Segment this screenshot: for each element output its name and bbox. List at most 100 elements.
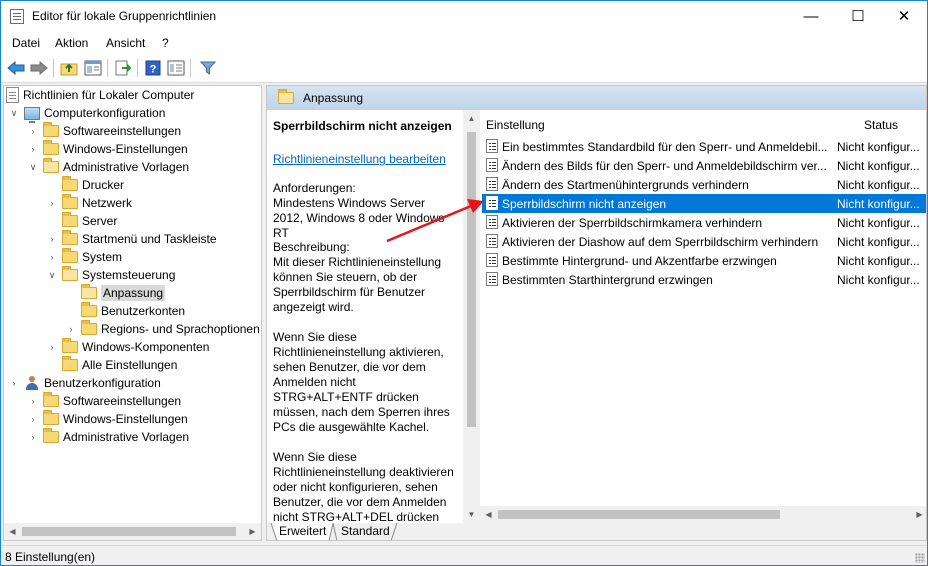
help-icon[interactable]: ? bbox=[143, 58, 163, 78]
folder-open-icon bbox=[43, 158, 59, 173]
setting-status: Nicht konfigur... bbox=[837, 197, 920, 211]
resize-grip-icon[interactable] bbox=[915, 553, 925, 563]
tree-item-netzwerk[interactable]: › Netzwerk bbox=[46, 194, 132, 212]
menu-ansicht[interactable]: Ansicht bbox=[106, 36, 145, 50]
minimize-button[interactable]: — bbox=[788, 1, 834, 32]
list-item[interactable]: Ein bestimmtes Standardbild für den Sper… bbox=[482, 137, 926, 156]
tree-item-u-software[interactable]: › Softwareeinstellungen bbox=[27, 392, 181, 410]
tree-item-regionen[interactable]: › Regions- und Sprachoptionen bbox=[65, 320, 260, 338]
tree-item-computer[interactable]: ∨ Computerkonfiguration bbox=[8, 104, 165, 123]
list-item[interactable]: Aktivieren der Sperrbildschirmkamera ver… bbox=[482, 213, 926, 232]
policy-document-icon bbox=[6, 87, 19, 103]
tree-horizontal-scrollbar[interactable]: ◀ ▶ bbox=[4, 523, 261, 540]
list-item-selected[interactable]: Sperrbildschirm nicht anzeigen Nicht kon… bbox=[482, 194, 926, 213]
folder-icon bbox=[81, 320, 97, 335]
column-header-setting[interactable]: Einstellung bbox=[486, 118, 545, 132]
tree-item-u-windows[interactable]: › Windows-Einstellungen bbox=[27, 410, 188, 428]
tree-item-systemsteuerung[interactable]: ∨ Systemsteuerung bbox=[46, 266, 175, 284]
chevron-right-icon[interactable]: › bbox=[27, 410, 39, 428]
chevron-right-icon[interactable]: › bbox=[46, 194, 58, 212]
chevron-right-icon[interactable]: › bbox=[27, 122, 39, 140]
folder-open-icon bbox=[62, 266, 78, 281]
tree-item-label: Benutzerkonfiguration bbox=[44, 376, 161, 390]
scrollbar-thumb[interactable] bbox=[22, 527, 236, 536]
scroll-left-icon[interactable]: ◀ bbox=[480, 506, 497, 523]
folder-open-icon bbox=[81, 284, 97, 299]
folder-icon bbox=[62, 212, 78, 227]
filter-icon[interactable] bbox=[198, 58, 218, 78]
description-vertical-scrollbar[interactable]: ▲ ▼ bbox=[463, 110, 480, 523]
status-text: 8 Einstellung(en) bbox=[5, 550, 96, 564]
tree-item-benutzer[interactable]: › Benutzerkonfiguration bbox=[8, 374, 161, 392]
tree-item-drucker[interactable]: Drucker bbox=[46, 176, 124, 194]
maximize-button[interactable]: ☐ bbox=[835, 1, 881, 32]
chevron-right-icon[interactable]: › bbox=[46, 338, 58, 356]
list-item[interactable]: Ändern des Bilds für den Sperr- und Anme… bbox=[482, 156, 926, 175]
scrollbar-thumb[interactable] bbox=[498, 510, 780, 519]
list-item[interactable]: Aktivieren der Diashow auf dem Sperrbild… bbox=[482, 232, 926, 251]
tab-standard[interactable]: Standard bbox=[341, 523, 390, 540]
tree-item-label: Regions- und Sprachoptionen bbox=[101, 322, 260, 336]
chevron-right-icon[interactable]: › bbox=[27, 428, 39, 446]
chevron-right-icon[interactable]: › bbox=[27, 392, 39, 410]
tree-item-windows-komponenten[interactable]: › Windows-Komponenten bbox=[46, 338, 209, 356]
tree-item-root[interactable]: Richtlinien für Lokaler Computer bbox=[6, 86, 194, 104]
setting-status: Nicht konfigur... bbox=[837, 140, 920, 154]
back-icon[interactable] bbox=[6, 58, 26, 78]
tree-item-startmenu[interactable]: › Startmenü und Taskleiste bbox=[46, 230, 217, 248]
forward-icon[interactable] bbox=[29, 58, 49, 78]
scroll-right-icon[interactable]: ▶ bbox=[244, 523, 261, 540]
disable-explanation-text: Wenn Sie diese Richtlinieneinstellung de… bbox=[273, 450, 454, 523]
chevron-down-icon[interactable]: ∨ bbox=[8, 104, 20, 122]
tree-item-label: Softwareeinstellungen bbox=[63, 124, 182, 138]
up-folder-icon[interactable] bbox=[59, 58, 79, 78]
list-horizontal-scrollbar[interactable]: ◀ ▶ bbox=[480, 506, 926, 523]
folder-icon bbox=[62, 194, 78, 209]
menu-datei[interactable]: Datei bbox=[12, 36, 40, 50]
chevron-right-icon[interactable]: › bbox=[46, 230, 58, 248]
all-settings-icon bbox=[62, 356, 78, 371]
tree-item-alle[interactable]: Alle Einstellungen bbox=[46, 356, 177, 374]
tree-item-c-windows[interactable]: › Windows-Einstellungen bbox=[27, 140, 188, 158]
close-button[interactable]: ✕ bbox=[881, 1, 927, 32]
folder-icon bbox=[43, 410, 59, 425]
chevron-right-icon[interactable]: › bbox=[46, 248, 58, 266]
tree-item-anpassung[interactable]: Anpassung bbox=[65, 284, 166, 302]
tree-item-label: Windows-Einstellungen bbox=[63, 412, 188, 426]
column-header-status[interactable]: Status bbox=[864, 118, 898, 132]
scroll-up-icon[interactable]: ▲ bbox=[463, 110, 480, 127]
tab-erweitert[interactable]: Erweitert bbox=[279, 523, 326, 540]
scroll-left-icon[interactable]: ◀ bbox=[4, 523, 21, 540]
folder-icon bbox=[43, 140, 59, 155]
scroll-right-icon[interactable]: ▶ bbox=[911, 506, 926, 523]
chevron-down-icon[interactable]: ∨ bbox=[27, 158, 39, 176]
tree-item-u-admin[interactable]: › Administrative Vorlagen bbox=[27, 428, 189, 446]
description-title: Sperrbildschirm nicht anzeigen bbox=[273, 119, 452, 133]
chevron-right-icon[interactable]: › bbox=[27, 140, 39, 158]
list-item[interactable]: Bestimmten Starthintergrund erzwingen Ni… bbox=[482, 270, 926, 289]
properties-icon[interactable] bbox=[166, 58, 186, 78]
chevron-right-icon[interactable]: › bbox=[8, 374, 20, 392]
setting-status: Nicht konfigur... bbox=[837, 159, 920, 173]
tree-item-c-software[interactable]: › Softwareeinstellungen bbox=[27, 122, 181, 140]
svg-text:?: ? bbox=[150, 64, 157, 76]
scroll-down-icon[interactable]: ▼ bbox=[463, 506, 480, 523]
chevron-right-icon[interactable]: › bbox=[65, 320, 77, 338]
policy-setting-icon bbox=[486, 253, 498, 267]
export-list-icon[interactable] bbox=[113, 58, 133, 78]
chevron-down-icon[interactable]: ∨ bbox=[46, 266, 58, 284]
tree-item-server[interactable]: Server bbox=[46, 212, 117, 230]
scrollbar-thumb[interactable] bbox=[467, 132, 476, 427]
menu-aktion[interactable]: Aktion bbox=[55, 36, 88, 50]
list-item[interactable]: Ändern des Startmenühintergrunds verhind… bbox=[482, 175, 926, 194]
enable-explanation-text: Wenn Sie diese Richtlinieneinstellung ak… bbox=[273, 330, 450, 434]
tree-item-system[interactable]: › System bbox=[46, 248, 122, 266]
show-hide-tree-icon[interactable] bbox=[83, 58, 103, 78]
tree-item-benutzerkonten[interactable]: Benutzerkonten bbox=[65, 302, 185, 320]
list-item[interactable]: Bestimmte Hintergrund- und Akzentfarbe e… bbox=[482, 251, 926, 270]
title-bar: Editor für lokale Gruppenrichtlinien — ☐… bbox=[1, 1, 927, 32]
menu-help[interactable]: ? bbox=[162, 36, 169, 50]
tree-item-c-admin[interactable]: ∨ Administrative Vorlagen bbox=[27, 158, 189, 176]
edit-policy-link[interactable]: Richtlinieneinstellung bearbeiten bbox=[273, 152, 446, 166]
tree-item-label: Server bbox=[82, 214, 118, 228]
